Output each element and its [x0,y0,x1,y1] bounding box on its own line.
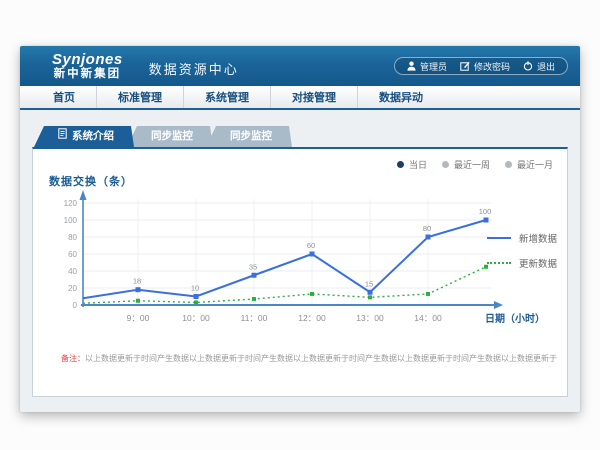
svg-text:10: 10 [191,284,199,293]
legend-updated-data: 更新数据 [487,256,557,270]
svg-text:80: 80 [423,224,431,233]
tab-bar: 系统介绍 同步监控 同步监控 [32,126,568,147]
svg-text:60: 60 [68,250,77,259]
tab-sync-monitor-2[interactable]: 同步监控 [206,126,292,147]
tab-sync-monitor-1[interactable]: 同步监控 [127,126,213,147]
nav-item-system-mgmt[interactable]: 系统管理 [183,86,270,108]
content-area: 系统介绍 同步监控 同步监控 当日 最近一周 [20,110,580,397]
svg-text:12：00: 12：00 [298,313,326,323]
user-menu: 管理员 修改密码 退出 [394,57,568,75]
logout-button[interactable]: 退出 [523,60,555,73]
svg-text:11：00: 11：00 [241,313,268,323]
document-icon [58,126,67,147]
user-icon [407,61,416,71]
top-header: Synjones 新中新集团 数据资源中心 管理员 修改密码 [20,46,580,86]
svg-text:100: 100 [479,207,492,216]
svg-text:18: 18 [133,277,141,286]
edit-icon [460,61,470,71]
nav-item-data-changes[interactable]: 数据异动 [357,86,444,108]
radio-selected-icon [397,161,404,168]
svg-text:10：00: 10：00 [182,313,210,323]
nav-item-interface-mgmt[interactable]: 对接管理 [270,86,357,108]
radio-unselected-icon [442,161,449,168]
svg-text:14：00: 14：00 [414,313,442,323]
filter-last-month[interactable]: 最近一月 [505,158,553,171]
tab-system-intro[interactable]: 系统介绍 [34,126,134,147]
page-background: Synjones 新中新集团 数据资源中心 管理员 修改密码 [0,0,600,450]
logo-chinese: 新中新集团 [54,68,122,80]
time-range-filters: 当日 最近一周 最近一月 [397,158,553,171]
svg-text:120: 120 [64,199,78,208]
green-dotted-swatch [487,262,511,264]
change-password-button[interactable]: 修改密码 [460,60,510,73]
chart-container: 0 20 40 60 80 100 120 18 10 35 60 15 80 100 9：00 10：00 1… [43,185,548,335]
footnote-label: 备注： [61,354,85,363]
svg-text:40: 40 [68,267,77,276]
svg-text:35: 35 [249,262,257,271]
footnote-text: 以上数据更新于时间产生数据以上数据更新于时间产生数据以上数据更新于时间产生数据以… [85,354,557,363]
exchange-line-chart: 0 20 40 60 80 100 120 18 10 35 60 15 80 100 9：00 10：00 1… [43,185,548,330]
power-icon [523,61,533,71]
svg-text:100: 100 [64,216,78,225]
radio-unselected-icon [505,161,512,168]
nav-item-standard-mgmt[interactable]: 标准管理 [96,86,183,108]
page-title: 数据资源中心 [149,59,239,78]
svg-text:13：00: 13：00 [356,313,384,323]
current-user[interactable]: 管理员 [407,60,447,73]
svg-text:80: 80 [68,233,77,242]
company-logo: Synjones 新中新集团 [52,52,123,80]
filter-today[interactable]: 当日 [397,158,427,171]
logo-english: Synjones [52,52,123,68]
svg-text:15: 15 [365,279,373,288]
main-navigation: 首页 标准管理 系统管理 对接管理 数据异动 [20,86,580,110]
svg-text:60: 60 [307,241,315,250]
app-window: Synjones 新中新集团 数据资源中心 管理员 修改密码 [20,46,580,412]
filter-last-week[interactable]: 最近一周 [442,158,490,171]
legend-new-data: 新增数据 [487,231,557,245]
svg-text:日期（小时）: 日期（小时） [485,312,545,325]
nav-item-home[interactable]: 首页 [32,86,96,108]
chart-legend: 新增数据 更新数据 [487,231,557,270]
svg-text:9：00: 9：00 [127,313,150,323]
footnote: 备注：以上数据更新于时间产生数据以上数据更新于时间产生数据以上数据更新于时间产生… [61,353,557,364]
chart-panel: 当日 最近一周 最近一月 数据交换（条） 0204060801001201810… [32,147,568,397]
svg-text:0: 0 [73,301,78,310]
svg-text:20: 20 [68,284,77,293]
blue-line-swatch [487,237,511,239]
